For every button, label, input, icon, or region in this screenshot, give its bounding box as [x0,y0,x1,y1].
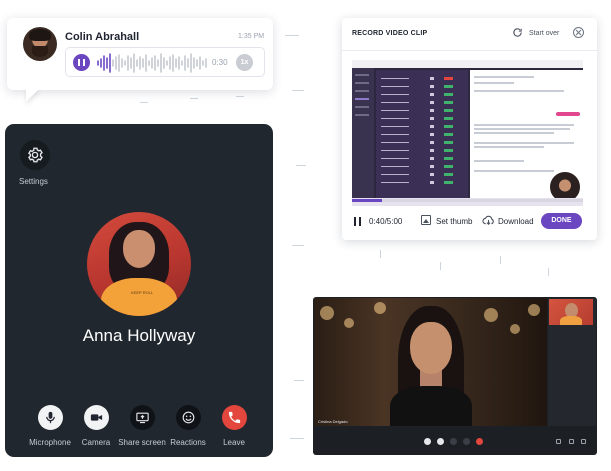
close-icon[interactable] [573,27,584,38]
sender-avatar [23,27,57,61]
smiley-icon[interactable] [463,438,470,445]
pause-button[interactable] [73,54,90,71]
shirt-text: KEEP ROLL [131,290,154,295]
camera-button[interactable] [84,405,109,430]
phone-hangup-icon[interactable] [476,438,483,445]
settings-label: Settings [19,177,48,186]
dialog-title: RECORD VIDEO CLIP [352,30,428,37]
smiley-icon [182,411,195,424]
gear-icon [28,147,43,163]
bubble-tail [26,88,40,102]
microphone-button[interactable] [38,405,63,430]
call-panel: Settings KEEP ROLL Anna Hollyway Microph… [5,124,273,457]
record-video-clip-dialog: RECORD VIDEO CLIP Start over 0:40/5:00 S… [342,18,597,240]
reactions-button[interactable] [176,405,201,430]
done-button[interactable]: DONE [541,213,582,229]
message-time: 1:35 PM [238,33,265,40]
pause-icon [78,59,80,66]
sender-name: Colin Abrahall [65,31,140,43]
set-thumb-button[interactable]: Set thumb [436,217,472,226]
clip-preview[interactable] [352,60,583,206]
share-screen-icon [136,412,149,424]
playback-speed-button[interactable]: 1x [236,54,253,71]
grid-view-icon[interactable] [556,439,561,444]
participant-thumbnail[interactable] [549,299,593,325]
clip-progress-track[interactable] [352,199,583,202]
settings-button[interactable] [20,140,50,170]
main-video-feed: Cristina Delgado [314,298,547,426]
leave-label: Leave [223,438,245,447]
microphone-icon[interactable] [424,438,431,445]
image-icon[interactable] [421,215,431,225]
audio-duration: 0:30 [212,58,228,67]
chat-icon[interactable] [569,439,574,444]
callee-name: Anna Hollyway [82,326,196,345]
clip-time: 0:40/5:00 [369,217,403,226]
more-icon[interactable] [581,439,586,444]
start-over-button[interactable]: Start over [529,30,559,37]
phone-hangup-icon [228,411,241,424]
audio-player: 0:30 1x [65,47,265,77]
camera-icon[interactable] [437,438,444,445]
download-button[interactable]: Download [498,217,534,226]
pause-button[interactable] [354,217,362,226]
participant-name-tag: Cristina Delgado [318,419,348,424]
video-call-window: Cristina Delgado [313,297,597,455]
share-screen-button[interactable] [130,405,155,430]
divider [342,50,597,51]
leave-button[interactable] [222,405,247,430]
refresh-icon[interactable] [512,27,523,38]
camera-icon [90,414,103,421]
callee-avatar: KEEP ROLL [87,212,191,316]
clip-progress-fill [352,199,383,202]
cloud-download-icon[interactable] [482,214,495,227]
voice-message-bubble: Colin Abrahall 1:35 PM 0:30 1x [7,18,273,90]
microphone-icon [46,411,55,424]
waveform[interactable] [96,52,208,74]
share-screen-icon[interactable] [450,438,457,445]
